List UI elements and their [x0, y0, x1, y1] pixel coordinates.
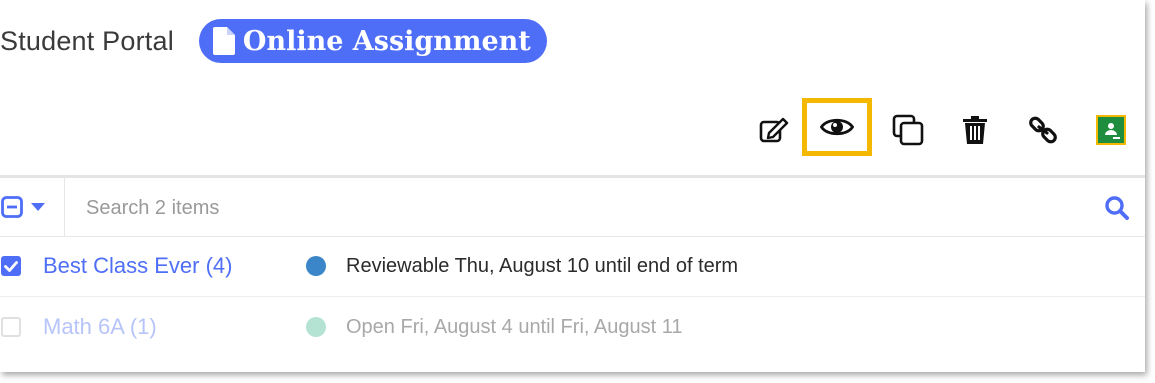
- page-header: Student Portal Online Assignment: [0, 18, 547, 64]
- delete-button[interactable]: [953, 108, 997, 152]
- assignment-card: Student Portal Online Assignment Search …: [0, 0, 1145, 372]
- status-text: Reviewable Thu, August 10 until end of t…: [346, 254, 739, 277]
- search-button[interactable]: [1104, 195, 1130, 226]
- checkmark-icon: [4, 261, 18, 272]
- search-icon: [1105, 196, 1129, 220]
- link-button[interactable]: [1021, 108, 1065, 152]
- class-row: Math 6A (1) Open Fri, August 4 until Fri…: [0, 297, 1145, 357]
- class-row: Best Class Ever (4) Reviewable Thu, Augu…: [0, 236, 1145, 297]
- status-dot: [306, 317, 326, 337]
- eye-icon: [820, 118, 854, 136]
- preview-button[interactable]: [802, 98, 872, 156]
- class-name-link[interactable]: Best Class Ever (4): [43, 253, 233, 279]
- edit-button[interactable]: [752, 108, 796, 152]
- link-icon: [1029, 116, 1057, 144]
- partial-select-checkbox-icon: [1, 196, 23, 218]
- status-dot: [306, 256, 326, 276]
- google-classroom-icon: [1096, 115, 1126, 145]
- chevron-down-icon: [31, 203, 45, 211]
- edit-icon: [759, 117, 789, 143]
- copy-button[interactable]: [886, 108, 930, 152]
- search-bar: [0, 178, 1145, 237]
- portal-title: Student Portal: [0, 25, 174, 56]
- class-checkbox[interactable]: [1, 256, 21, 276]
- select-all-dropdown[interactable]: [0, 178, 65, 236]
- status-text: Open Fri, August 4 until Fri, August 11: [346, 315, 683, 338]
- trash-icon: [963, 116, 987, 144]
- action-toolbar: [0, 98, 1145, 164]
- assignment-type-label: Online Assignment: [242, 25, 531, 57]
- search-input[interactable]: [66, 188, 1108, 228]
- google-classroom-button[interactable]: [1089, 108, 1133, 152]
- assignment-type-badge: Online Assignment: [198, 19, 547, 63]
- class-checkbox[interactable]: [1, 317, 21, 337]
- class-name-link[interactable]: Math 6A (1): [43, 314, 157, 340]
- copy-icon: [892, 114, 924, 146]
- document-icon: [212, 27, 235, 55]
